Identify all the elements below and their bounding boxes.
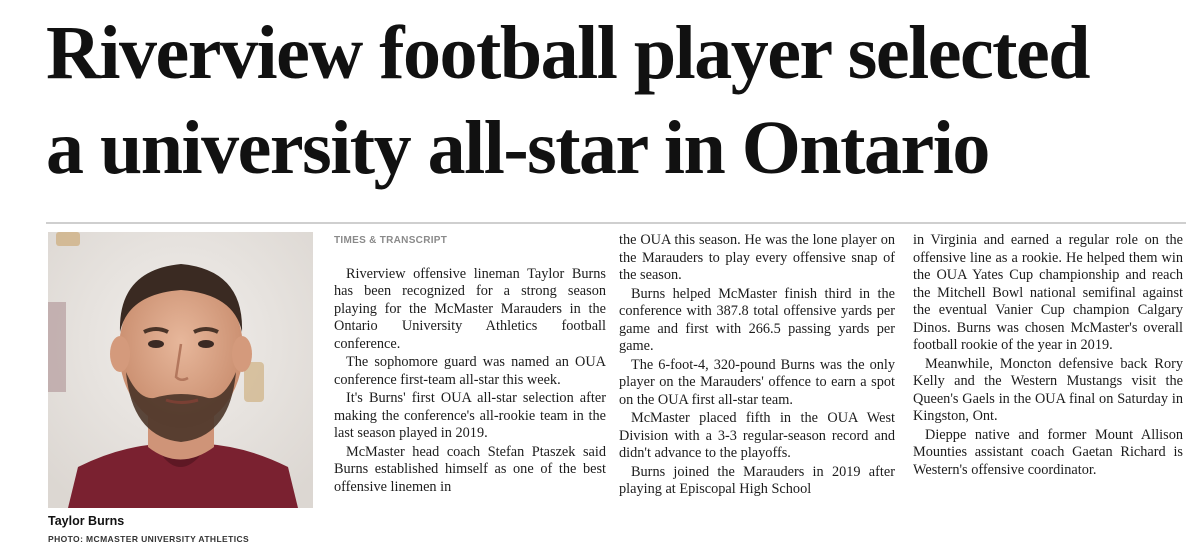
paragraph: It's Burns' first OUA all-star selection…	[334, 390, 606, 441]
paragraph: Burns helped McMaster finish third in th…	[619, 285, 895, 355]
photo-caption-name: Taylor Burns	[48, 514, 125, 528]
headline-line-1: Riverview football player selected	[46, 11, 1090, 95]
paragraph: McMaster head coach Stefan Ptaszek said …	[334, 443, 606, 495]
photo-credit: PHOTO: MCMASTER UNIVERSITY ATHLETICS	[48, 534, 250, 544]
source-label: TIMES & TRANSCRIPT	[334, 235, 448, 246]
headline: Riverview football player selected a uni…	[46, 6, 1186, 196]
paragraph: The 6-foot-4, 320-pound Burns was the on…	[619, 356, 895, 408]
paragraph: in Virginia and earned a regular role on…	[913, 232, 1183, 353]
article-column-2: the OUA this season. He was the lone pla…	[619, 232, 895, 500]
player-photo	[48, 232, 313, 508]
paragraph: The sophomore guard was named an OUA con…	[334, 354, 606, 388]
paragraph: McMaster placed fifth in the OUA West Di…	[619, 410, 895, 461]
section-divider	[46, 222, 1186, 224]
article-column-3: in Virginia and earned a regular role on…	[913, 232, 1183, 480]
article-column-1: TIMES & TRANSCRIPT Riverview offensive l…	[334, 232, 606, 497]
headline-line-2: a university all-star in Ontario	[46, 106, 990, 190]
paragraph: Riverview offensive lineman Taylor Burns…	[334, 265, 606, 352]
paragraph: Meanwhile, Moncton defensive back Rory K…	[913, 355, 1183, 425]
paragraph: Burns joined the Marauders in 2019 after…	[619, 463, 895, 498]
paragraph: the OUA this season. He was the lone pla…	[619, 232, 895, 283]
paragraph: Dieppe native and former Mount Allison M…	[913, 426, 1183, 478]
